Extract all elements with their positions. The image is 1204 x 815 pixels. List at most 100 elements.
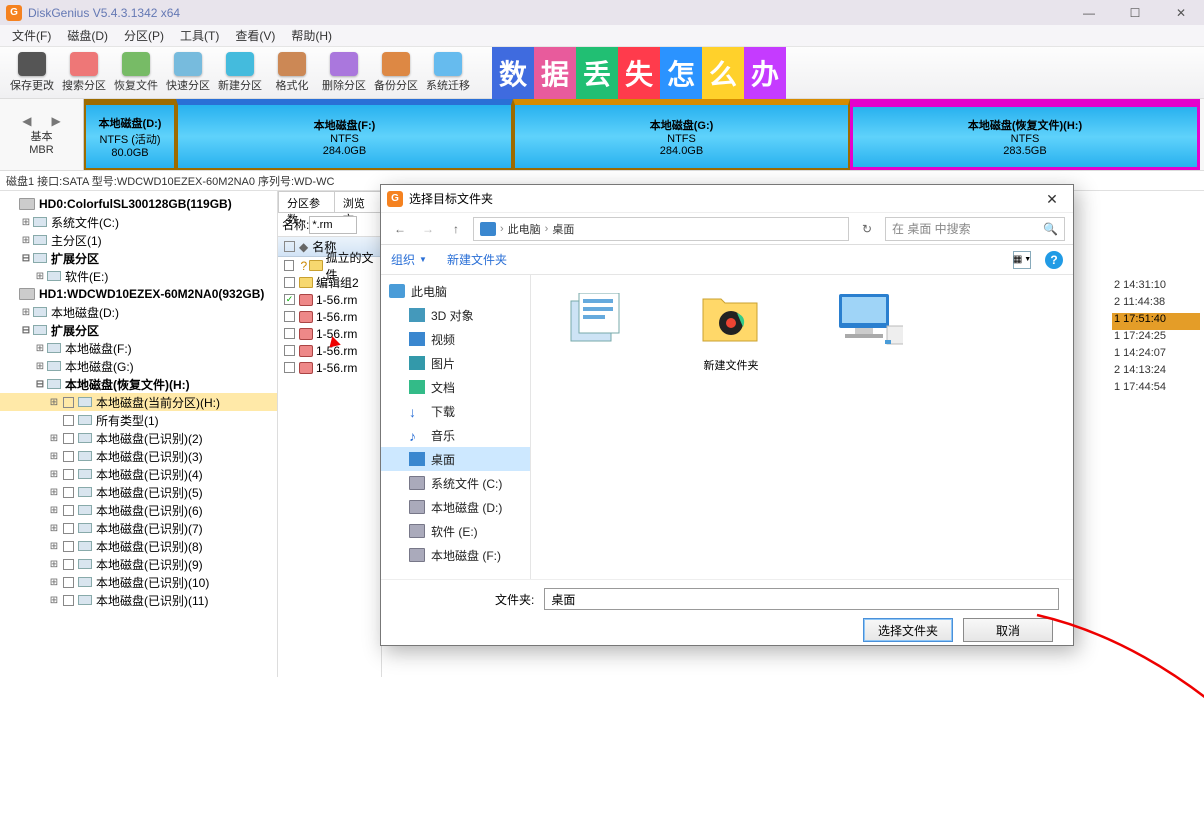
tree-checkbox[interactable]: [63, 595, 74, 606]
nav-item[interactable]: 图片: [381, 351, 530, 375]
dialog-close-button[interactable]: ✕: [1031, 185, 1073, 213]
toolbar-button[interactable]: 快速分区: [162, 48, 214, 98]
toolbar-button[interactable]: 系统迁移: [422, 48, 474, 98]
tree-row[interactable]: ⊞本地磁盘(已识别)(5): [0, 483, 277, 501]
nav-item[interactable]: 本地磁盘 (F:): [381, 543, 530, 567]
partition-block[interactable]: 本地磁盘(D:)NTFS (活动)80.0GB: [84, 99, 176, 170]
toolbar-button[interactable]: 恢复文件: [110, 48, 162, 98]
toolbar-button[interactable]: 新建分区: [214, 48, 266, 98]
menu-item[interactable]: 磁盘(D): [59, 25, 116, 46]
menu-item[interactable]: 文件(F): [4, 25, 59, 46]
maximize-button[interactable]: ☐: [1112, 0, 1158, 25]
file-row[interactable]: 1-56.rm: [278, 359, 381, 376]
tree-row[interactable]: ⊞本地磁盘(当前分区)(H:): [0, 393, 277, 411]
tree-row[interactable]: ⊟本地磁盘(恢复文件)(H:): [0, 375, 277, 393]
thumb-item[interactable]: [545, 289, 645, 357]
file-checkbox[interactable]: [284, 277, 295, 288]
folder-input[interactable]: [544, 588, 1059, 610]
tree-checkbox[interactable]: [63, 559, 74, 570]
select-all-checkbox[interactable]: [284, 241, 295, 252]
disk-tree[interactable]: HD0:ColorfulSL300128GB(119GB)⊞系统文件(C:)⊞主…: [0, 191, 278, 677]
tree-row[interactable]: ⊞本地磁盘(F:): [0, 339, 277, 357]
menu-item[interactable]: 查看(V): [227, 25, 283, 46]
tree-checkbox[interactable]: [63, 469, 74, 480]
file-checkbox[interactable]: [284, 362, 295, 373]
tree-row[interactable]: ⊞本地磁盘(已识别)(10): [0, 573, 277, 591]
prev-disk-button[interactable]: ◀: [22, 114, 31, 128]
nav-item[interactable]: ♪音乐: [381, 423, 530, 447]
file-checkbox[interactable]: [284, 345, 295, 356]
file-row[interactable]: ✓1-56.rm: [278, 291, 381, 308]
tree-row[interactable]: ⊞本地磁盘(已识别)(6): [0, 501, 277, 519]
toolbar-button[interactable]: 保存更改: [6, 48, 58, 98]
nav-item[interactable]: 视频: [381, 327, 530, 351]
tree-checkbox[interactable]: [63, 415, 74, 426]
menu-item[interactable]: 工具(T): [172, 25, 227, 46]
menu-item[interactable]: 帮助(H): [283, 25, 340, 46]
tree-row[interactable]: 所有类型(1): [0, 411, 277, 429]
tree-row[interactable]: ⊟扩展分区: [0, 249, 277, 267]
tree-row[interactable]: ⊞本地磁盘(已识别)(4): [0, 465, 277, 483]
new-folder-button[interactable]: 新建文件夹: [447, 251, 507, 268]
name-filter-input[interactable]: [309, 216, 357, 234]
tree-row[interactable]: ⊞本地磁盘(G:): [0, 357, 277, 375]
tab-browse-files[interactable]: 浏览文: [335, 191, 381, 212]
file-row[interactable]: ?孤立的文件: [278, 257, 381, 274]
thumb-folder[interactable]: 新建文件夹: [681, 289, 781, 373]
toolbar-button[interactable]: 格式化: [266, 48, 318, 98]
tree-row[interactable]: ⊞系统文件(C:): [0, 213, 277, 231]
nav-item[interactable]: 此电脑: [381, 279, 530, 303]
tree-row[interactable]: ⊞本地磁盘(已识别)(2): [0, 429, 277, 447]
file-row[interactable]: 1-56.rm: [278, 308, 381, 325]
nav-item[interactable]: 文档: [381, 375, 530, 399]
tree-checkbox[interactable]: [63, 541, 74, 552]
tree-row[interactable]: ⊞本地磁盘(已识别)(11): [0, 591, 277, 609]
toolbar-button[interactable]: 删除分区: [318, 48, 370, 98]
tree-row[interactable]: HD0:ColorfulSL300128GB(119GB): [0, 195, 277, 213]
menu-item[interactable]: 分区(P): [116, 25, 172, 46]
tree-checkbox[interactable]: [63, 523, 74, 534]
file-row[interactable]: 1-56.rm: [278, 325, 381, 342]
file-checkbox[interactable]: [284, 311, 295, 322]
file-checkbox[interactable]: [284, 260, 294, 271]
select-folder-button[interactable]: 选择文件夹: [863, 618, 953, 642]
tree-checkbox[interactable]: [63, 433, 74, 444]
tree-checkbox[interactable]: [63, 577, 74, 588]
search-input[interactable]: 在 桌面 中搜索 🔍: [885, 217, 1065, 241]
minimize-button[interactable]: —: [1066, 0, 1112, 25]
tree-row[interactable]: ⊞本地磁盘(已识别)(9): [0, 555, 277, 573]
partition-block[interactable]: 本地磁盘(恢复文件)(H:)NTFS283.5GB: [850, 99, 1200, 170]
tree-row[interactable]: ⊞本地磁盘(已识别)(3): [0, 447, 277, 465]
tree-row[interactable]: HD1:WDCWD10EZEX-60M2NA0(932GB): [0, 285, 277, 303]
tree-checkbox[interactable]: [63, 487, 74, 498]
nav-item[interactable]: ↓下载: [381, 399, 530, 423]
nav-forward-button[interactable]: →: [417, 218, 439, 240]
nav-item[interactable]: 软件 (E:): [381, 519, 530, 543]
file-checkbox[interactable]: ✓: [284, 294, 295, 305]
breadcrumb[interactable]: › 此电脑 › 桌面: [473, 217, 849, 241]
tree-row[interactable]: ⊞本地磁盘(已识别)(8): [0, 537, 277, 555]
refresh-button[interactable]: ↻: [855, 218, 879, 240]
next-disk-button[interactable]: ▶: [52, 114, 61, 128]
organize-menu[interactable]: 组织▼: [391, 251, 427, 268]
cancel-button[interactable]: 取消: [963, 618, 1053, 642]
nav-back-button[interactable]: ←: [389, 218, 411, 240]
nav-item[interactable]: 3D 对象: [381, 303, 530, 327]
view-options-button[interactable]: ▦▼: [1013, 251, 1031, 269]
tree-checkbox[interactable]: [63, 505, 74, 516]
partition-block[interactable]: 本地磁盘(F:)NTFS284.0GB: [176, 99, 513, 170]
nav-item[interactable]: 桌面: [381, 447, 530, 471]
tree-row[interactable]: ⊟扩展分区: [0, 321, 277, 339]
help-button[interactable]: ?: [1045, 251, 1063, 269]
nav-item[interactable]: 系统文件 (C:): [381, 471, 530, 495]
partition-block[interactable]: 本地磁盘(G:)NTFS284.0GB: [513, 99, 850, 170]
close-button[interactable]: ✕: [1158, 0, 1204, 25]
nav-up-button[interactable]: ↑: [445, 218, 467, 240]
nav-item[interactable]: 本地磁盘 (D:): [381, 495, 530, 519]
toolbar-button[interactable]: 备份分区: [370, 48, 422, 98]
file-checkbox[interactable]: [284, 328, 295, 339]
tree-checkbox[interactable]: [63, 397, 74, 408]
tree-row[interactable]: ⊞本地磁盘(已识别)(7): [0, 519, 277, 537]
dialog-nav-tree[interactable]: 此电脑3D 对象视频图片文档↓下载♪音乐桌面系统文件 (C:)本地磁盘 (D:)…: [381, 275, 531, 579]
file-row[interactable]: 1-56.rm: [278, 342, 381, 359]
